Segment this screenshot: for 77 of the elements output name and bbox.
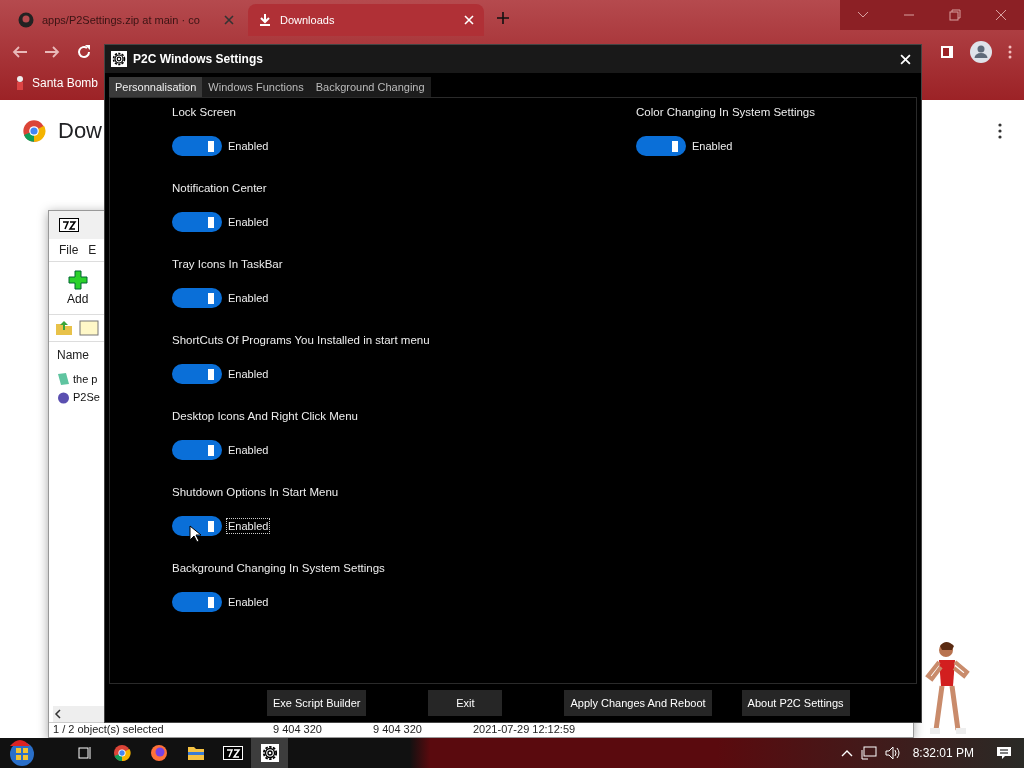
file-row[interactable]: P2Se <box>57 390 100 404</box>
browser-logo-icon <box>22 119 46 143</box>
app-gear-icon <box>111 51 127 67</box>
setting-label: Tray Icons In TaskBar <box>172 258 284 270</box>
toggle-status: Enabled <box>227 291 270 306</box>
gear-icon <box>260 744 279 762</box>
toggle-status: Enabled <box>227 215 270 230</box>
toggle-switch[interactable] <box>172 212 222 232</box>
window-title: P2C Windows Settings <box>133 52 264 66</box>
column-header[interactable]: Name <box>57 348 89 368</box>
setting-label: Background Changing In System Settings <box>172 562 386 574</box>
dialog-button[interactable]: Exit <box>428 690 503 716</box>
back-arrow-icon[interactable] <box>12 44 28 60</box>
plus-icon <box>67 270 88 290</box>
notification-icon[interactable] <box>996 746 1012 760</box>
dialog-button[interactable]: Apply Changes And Reboot <box>564 690 712 716</box>
fox-globe-icon[interactable] <box>149 744 168 762</box>
menu-item[interactable]: E <box>88 243 97 257</box>
status-field: 2021-07-29 12:12:59 <box>473 723 576 737</box>
tab-title: apps/P2Settings.zip at main · co <box>42 14 201 26</box>
document-icon <box>57 372 70 386</box>
clock[interactable]: 8:32:01 PM <box>912 746 974 760</box>
toggle-status: Enabled <box>227 367 270 382</box>
add-button[interactable]: Add <box>61 262 95 314</box>
tab[interactable]: Windows Functions <box>202 77 310 97</box>
new-tab-icon[interactable] <box>496 11 510 25</box>
archive-app-icon <box>59 218 79 232</box>
toggle-switch[interactable] <box>172 288 222 308</box>
mouse-pointer-icon <box>189 525 201 543</box>
menu-icon[interactable] <box>1008 45 1012 59</box>
reload-icon[interactable] <box>76 44 92 60</box>
setting-label: Color Changing In System Settings <box>636 106 815 118</box>
toggle-status: Enabled <box>226 518 271 534</box>
tab[interactable]: Background Changing <box>309 77 431 97</box>
setting-label: Lock Screen <box>172 106 237 118</box>
setting-label: Shutdown Options In Start Menu <box>172 486 340 498</box>
disc-icon <box>57 390 70 404</box>
toggle-status: Enabled <box>227 443 270 458</box>
archive-app-icon[interactable] <box>222 746 243 760</box>
browser-tab[interactable]: Downloads <box>248 4 484 36</box>
toggle-status: Enabled <box>691 139 734 154</box>
toggle-status: Enabled <box>227 595 270 610</box>
dialog-button[interactable]: About P2C Settings <box>741 690 850 716</box>
more-options-icon[interactable] <box>998 123 1002 139</box>
task-view-icon[interactable] <box>76 745 93 761</box>
volume-icon[interactable] <box>884 746 901 760</box>
folder-up-icon[interactable] <box>55 319 73 337</box>
toggle-switch[interactable] <box>636 136 686 156</box>
santa-figure-icon <box>14 75 26 91</box>
download-icon <box>258 13 272 27</box>
forward-arrow-icon[interactable] <box>44 44 60 60</box>
toggle-switch[interactable] <box>172 136 222 156</box>
toggle-switch[interactable] <box>172 516 222 536</box>
tab-title: Downloads <box>280 14 336 26</box>
tab[interactable]: Personnalisation <box>109 77 203 97</box>
toggle-status: Enabled <box>227 139 270 154</box>
avatar-icon[interactable] <box>970 41 992 63</box>
browser-icon[interactable] <box>112 744 131 762</box>
scroll-left-icon[interactable] <box>53 709 63 719</box>
file-row[interactable]: the p <box>57 372 98 386</box>
status-field: 9 404 320 <box>273 723 373 737</box>
setting-label: Desktop Icons And Right Click Menu <box>172 410 359 422</box>
toggle-switch[interactable] <box>172 364 222 384</box>
setting-label: Notification Center <box>172 182 268 194</box>
toggle-switch[interactable] <box>172 592 222 612</box>
toggle-switch[interactable] <box>172 440 222 460</box>
folder-icon[interactable] <box>186 745 205 761</box>
page-heading: Dow <box>58 118 102 144</box>
chevron-up-icon[interactable] <box>840 749 853 757</box>
bookmark-link[interactable]: Santa Bomb <box>32 76 99 90</box>
setting-label: ShortCuts Of Programs You Installed in start menu <box>172 334 431 346</box>
dialog-button[interactable]: Exe Script Builder <box>267 690 367 716</box>
menu-item[interactable]: File <box>59 243 79 257</box>
sidebar-icon[interactable] <box>940 45 954 59</box>
status-field: 1 / 2 object(s) selected <box>53 723 273 737</box>
network-icon[interactable] <box>860 746 877 760</box>
status-field: 9 404 320 <box>373 723 473 737</box>
